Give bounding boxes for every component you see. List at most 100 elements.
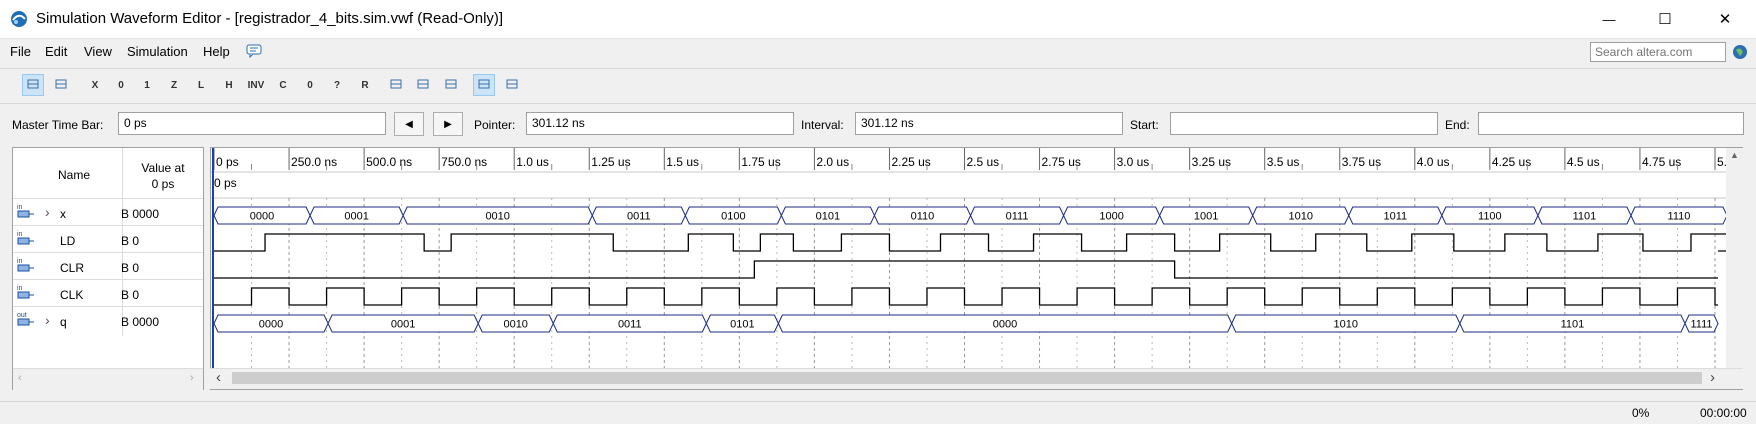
transition-button[interactable] (501, 74, 523, 96)
interval-label: Interval: (801, 118, 844, 132)
x-bus-value: 0101 (816, 211, 840, 223)
progress-percent: 0% (1632, 406, 1650, 420)
value-header-line2: 0 ps (151, 177, 175, 191)
time-tick-label: 4.5 us (1567, 155, 1600, 169)
master-time-bar-field[interactable]: 0 ps (118, 112, 386, 135)
time-tick-label: 2.25 us (891, 155, 930, 169)
next-transition-button[interactable]: ▶ (433, 112, 463, 136)
x-bus-value: 0000 (250, 211, 274, 223)
arrow-left-icon: ◀ (405, 118, 413, 130)
input-pin-icon: in (17, 203, 35, 219)
maximize-button[interactable]: ☐ (1642, 0, 1688, 38)
minimize-button[interactable]: — (1586, 0, 1632, 38)
invert-icon: INV (247, 79, 265, 91)
q-bus-value: 1010 (1334, 319, 1358, 331)
sort-button[interactable] (412, 74, 434, 96)
force-low-button[interactable]: 0 (110, 74, 132, 96)
arbitrary-value-button[interactable]: ? (326, 74, 348, 96)
invert-button[interactable]: INV (245, 74, 267, 96)
menu-file[interactable]: File (10, 44, 31, 59)
selection-tool-icon (26, 77, 40, 94)
close-button[interactable]: ✕ (1702, 0, 1748, 38)
row-separator (13, 225, 203, 226)
grid-button[interactable] (473, 74, 495, 96)
time-tick-label: 1.0 us (516, 155, 549, 169)
force-weak-low-button[interactable]: L (190, 74, 212, 96)
x-bus-value: 1101 (1573, 211, 1597, 223)
value-column-header[interactable]: Value at 0 ps (124, 160, 202, 192)
expand-chevron-icon[interactable]: › (45, 204, 50, 220)
scroll-up-icon[interactable]: ▲ (1730, 150, 1739, 160)
random-values-button[interactable]: R (354, 74, 376, 96)
force-high-impedance-button[interactable]: Z (163, 74, 185, 96)
time-tick-label: 3.0 us (1117, 155, 1150, 169)
x-bus-value: 0110 (911, 211, 935, 223)
menu-simulation[interactable]: Simulation (127, 44, 188, 59)
signal-list-scrollbar[interactable] (13, 368, 203, 390)
x-bus-value: 1011 (1383, 211, 1407, 223)
scroll-left-arrow-icon[interactable]: ‹ (216, 369, 221, 386)
signal-name-ld[interactable]: LD (60, 234, 75, 248)
globe-icon[interactable] (1732, 44, 1748, 60)
zoom-tool-button[interactable] (50, 74, 72, 96)
waveform-vertical-scrollbar[interactable]: ▲ (1726, 148, 1743, 368)
signal-name-q[interactable]: q (60, 315, 67, 329)
start-field[interactable] (1170, 112, 1438, 135)
signal-value-clk: B 0 (121, 288, 140, 302)
snap-to-grid-button[interactable] (385, 74, 407, 96)
input-pin-icon: in (17, 257, 35, 273)
signal-value-x: B 0000 (121, 207, 160, 221)
minimize-icon: — (1602, 11, 1616, 27)
clk-waveform (214, 287, 1718, 306)
overwrite-clock-button[interactable]: 0 (299, 74, 321, 96)
horizontal-scroll-thumb[interactable] (232, 372, 1702, 384)
force-high-button[interactable]: 1 (136, 74, 158, 96)
interval-field[interactable]: 301.12 ns (855, 112, 1123, 135)
search-input[interactable] (1590, 42, 1726, 62)
scroll-right-arrow-icon[interactable]: › (1710, 369, 1715, 386)
scroll-left-icon[interactable]: ‹ (18, 372, 22, 384)
count-value-button[interactable]: C (272, 74, 294, 96)
time-tick-label: 250.0 ns (291, 155, 337, 169)
signal-name-clr[interactable]: CLR (60, 261, 84, 275)
q-bus-value: 0000 (259, 319, 283, 331)
arbitrary-value-icon: ? (333, 79, 341, 91)
force-weak-high-button[interactable]: H (218, 74, 240, 96)
q-bus-value: 0011 (618, 319, 642, 331)
end-label: End: (1445, 118, 1470, 132)
menu-view[interactable]: View (84, 44, 112, 59)
clr-waveform (214, 260, 1718, 279)
zoom-tool-icon (54, 77, 68, 94)
x-bus-value: 1001 (1194, 211, 1218, 223)
row-separator (13, 279, 203, 280)
waveform-canvas[interactable]: 0 ps 250.0 ns 500.0 ns 750.0 ns 1.0 us 1.25 u… (211, 148, 1726, 368)
pointer-field[interactable]: 301.12 ns (526, 112, 794, 135)
row-separator (13, 198, 203, 199)
random-values-icon: R (361, 79, 369, 91)
end-field[interactable] (1478, 112, 1744, 135)
arrow-right-icon: ▶ (444, 118, 452, 130)
selection-tool-button[interactable] (22, 74, 44, 96)
svg-text:out: out (17, 312, 27, 319)
time-tick-label: 4.25 us (1492, 155, 1531, 169)
time-tick-label: 2.75 us (1042, 155, 1081, 169)
q-bus-value: 0101 (730, 319, 754, 331)
x-bus-value: 1100 (1478, 211, 1502, 223)
input-pin-icon: in (17, 284, 35, 300)
master-time-bar-label: Master Time Bar: (12, 118, 104, 132)
menu-help[interactable]: Help (203, 44, 230, 59)
output-pin-icon: out (17, 311, 35, 327)
previous-transition-button[interactable]: ◀ (394, 112, 424, 136)
name-column-header[interactable]: Name (58, 168, 90, 182)
feedback-icon[interactable] (246, 44, 262, 58)
time-tick-label: 4.75 us (1642, 155, 1681, 169)
group-button[interactable] (440, 74, 462, 96)
scroll-right-icon[interactable]: › (190, 372, 194, 384)
expand-chevron-icon[interactable]: › (45, 312, 50, 328)
q-bus-value: 1111 (1690, 319, 1712, 331)
signal-name-clk[interactable]: CLK (60, 288, 83, 302)
force-unknown-button[interactable]: X (84, 74, 106, 96)
sort-icon (416, 77, 430, 94)
menu-edit[interactable]: Edit (45, 44, 67, 59)
signal-name-x[interactable]: x (60, 207, 66, 221)
